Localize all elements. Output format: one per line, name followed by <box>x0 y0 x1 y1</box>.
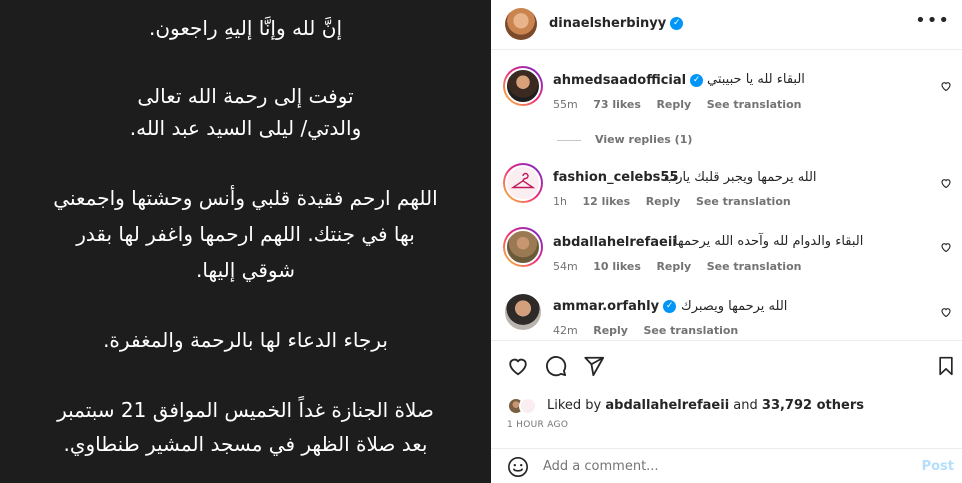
see-translation-button[interactable]: See translation <box>643 324 738 337</box>
reply-button[interactable]: Reply <box>646 195 681 208</box>
post-text-line: شوقي إليها. <box>195 258 296 282</box>
verified-badge-icon: ✓ <box>690 74 704 87</box>
comment-text: الله يرحمها ويجبر قلبك يارب <box>664 170 817 185</box>
post-button[interactable]: Post <box>922 459 954 474</box>
username-text[interactable]: fashion_celebs55 <box>553 170 679 185</box>
avatar[interactable] <box>505 68 541 104</box>
post-image: إنَّ لله وإنَّا إليهِ راجعون. توفت إلى ر… <box>0 0 491 483</box>
username-text[interactable]: ammar.orfahly <box>553 299 659 314</box>
liker-avatar[interactable] <box>519 397 537 415</box>
avatar-story-ring[interactable] <box>503 163 543 203</box>
liked-by-summary: Liked by abdallahelrefaeii and 33,792 ot… <box>547 398 864 413</box>
post-author-username[interactable]: dinaelsherbinyy ✓ <box>549 16 684 31</box>
avatar[interactable] <box>505 294 541 330</box>
see-translation-button[interactable]: See translation <box>696 195 791 208</box>
reply-button[interactable]: Reply <box>656 260 691 273</box>
comments-panel: dinaelsherbinyy ✓ ••• ahmedsaadofficial ✓ … <box>491 0 962 483</box>
comment-username[interactable]: fashion_celebs55 <box>553 170 679 185</box>
comment-meta: 54m 10 likes Reply See translation <box>553 260 813 273</box>
comment-likes[interactable]: 10 likes <box>593 260 641 273</box>
post-text-line: برجاء الدعاء لها بالرحمة والمغفرة. <box>103 328 388 352</box>
liked-by-user[interactable]: abdallahelrefaeii <box>605 398 729 413</box>
comment-time[interactable]: 54m <box>553 260 578 273</box>
comment-likes[interactable]: 12 likes <box>582 195 630 208</box>
avatar[interactable] <box>505 229 541 265</box>
heart-icon[interactable] <box>940 177 952 189</box>
post-text-line: والدتي/ ليلى السيد عبد الله. <box>129 116 362 140</box>
avatar[interactable] <box>505 165 541 201</box>
avatar-story-ring[interactable] <box>503 66 543 106</box>
share-paper-plane-icon[interactable] <box>583 355 605 377</box>
comment-text: البقاء لله يا حبيبتي <box>707 72 805 87</box>
liked-by-prefix: Liked by <box>547 398 602 413</box>
post-text-line: صلاة الجنازة غداً الخميس الموافق 21 سبتم… <box>57 398 434 422</box>
comment-username[interactable]: abdallahelrefaeii <box>553 235 677 250</box>
verified-badge-icon: ✓ <box>670 17 684 30</box>
comment-bubble-icon[interactable] <box>545 355 567 377</box>
more-horizontal-icon[interactable]: ••• <box>915 10 950 31</box>
see-translation-button[interactable]: See translation <box>707 260 802 273</box>
emoji-icon[interactable] <box>507 456 529 478</box>
reply-button[interactable]: Reply <box>593 324 628 337</box>
post-header: dinaelsherbinyy ✓ ••• <box>491 0 962 50</box>
post-time-ago[interactable]: 1 HOUR AGO <box>507 420 568 430</box>
liked-by-and: and <box>733 398 758 413</box>
post-actions: Liked by abdallahelrefaeii and 33,792 ot… <box>491 340 962 483</box>
comment-time[interactable]: 55m <box>553 98 578 111</box>
add-comment-input[interactable] <box>543 459 903 474</box>
post-text-line: إنَّ لله وإنَّا إليهِ راجعون. <box>149 16 342 40</box>
username-text[interactable]: ahmedsaadofficial <box>553 73 686 88</box>
username-text[interactable]: dinaelsherbinyy <box>549 16 666 31</box>
heart-icon[interactable] <box>940 306 952 318</box>
post-text-line: اللهم ارحم فقيدة قلبي وأنس وحشتها واجمعن… <box>53 186 438 210</box>
see-translation-button[interactable]: See translation <box>707 98 802 111</box>
post-text-line: بها في جنتك. اللهم ارحمها واغفر لها بقدر <box>76 222 415 246</box>
comment-likes[interactable]: 73 likes <box>593 98 641 111</box>
comment-meta: 42m Reply See translation <box>553 324 750 337</box>
comment-text: البقاء والدوام لله وآحده الله يرحمها <box>674 234 864 249</box>
reply-button[interactable]: Reply <box>656 98 691 111</box>
post-text-line: توفت إلى رحمة الله تعالى <box>137 84 354 108</box>
comment-username[interactable]: ahmedsaadofficial ✓ <box>553 73 704 88</box>
heart-icon[interactable] <box>940 80 952 92</box>
add-comment-bar: Post <box>491 448 962 483</box>
like-heart-icon[interactable] <box>507 355 529 377</box>
post-text-line: بعد صلاة الظهر في مسجد المشير طنطاوي. <box>63 432 428 456</box>
view-replies-button[interactable]: View replies (1) <box>557 133 692 146</box>
comment-text: الله يرحمها ويصبرك <box>681 299 788 314</box>
comment-time[interactable]: 1h <box>553 195 567 208</box>
bookmark-icon[interactable] <box>936 355 956 377</box>
avatar[interactable] <box>505 8 537 40</box>
liked-by-others[interactable]: 33,792 others <box>762 398 864 413</box>
verified-badge-icon: ✓ <box>663 300 677 313</box>
hanger-icon <box>510 172 536 189</box>
comment-time[interactable]: 42m <box>553 324 578 337</box>
heart-icon[interactable] <box>940 241 952 253</box>
comment-meta: 1h 12 likes Reply See translation <box>553 195 803 208</box>
avatar-story-ring[interactable] <box>503 227 543 267</box>
comment-username[interactable]: ammar.orfahly ✓ <box>553 299 677 314</box>
username-text[interactable]: abdallahelrefaeii <box>553 235 677 250</box>
comment-meta: 55m 73 likes Reply See translation <box>553 98 813 111</box>
